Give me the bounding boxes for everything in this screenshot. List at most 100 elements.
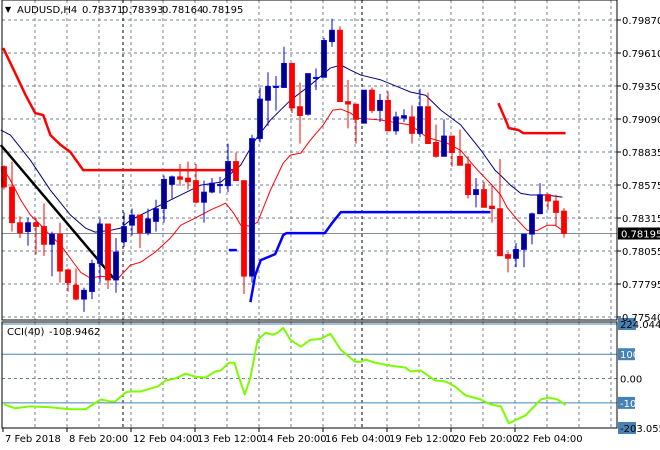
candle [89,259,95,300]
chart-window[interactable]: 224.04471000.00-100-203.0556 0.798700.79… [0,0,660,450]
candle-body-bull [257,98,263,139]
candle-body-bear [425,106,431,145]
cci-tick-label: 0.00 [620,375,642,386]
candle [545,193,551,210]
candle-body-bull [81,289,87,300]
candle-body-bear [497,208,503,257]
candle-body-bull [201,191,207,203]
candle-body-bull [153,208,159,222]
candle-body-bull [121,226,127,243]
candle-body-bull [49,233,55,245]
candle-body-bear [57,233,63,272]
candle [353,103,359,144]
candle-body-bull [225,161,231,187]
candle-body-bear [65,269,71,283]
candle-body-bear [505,254,511,259]
candle [561,208,567,238]
open-price: 0.78371 [82,5,123,16]
candle-body-bull [473,189,479,196]
time-tick-label: 20 Feb 20:00 [453,434,519,445]
grid [2,0,617,428]
candle-body-bear [353,103,359,120]
candle [233,152,239,182]
candle-body-bear [545,194,551,202]
candle [425,92,431,145]
candles [1,18,567,312]
price-tick-label: 0.78055 [622,247,660,258]
chart-header: ▼ AUDUSD,H4 0.78371 0.78393 0.78164 0.78… [5,5,243,338]
candle [489,184,495,223]
candle [441,119,447,157]
candle [321,37,327,78]
candle [25,217,31,246]
candle [369,87,375,114]
candle [465,156,471,199]
candle-body-bull [417,106,423,134]
candle [409,105,415,144]
candle-body-bull [537,194,543,215]
candle [393,111,399,135]
candle [49,231,55,277]
candle [97,218,103,283]
candle-body-bear [345,101,351,105]
current-price-label: 0.78195 [621,230,660,241]
candle [289,62,295,114]
price-tick-label: 0.79090 [622,115,660,126]
candle [57,222,63,283]
candle [337,26,343,102]
candle-body-bear [105,223,111,281]
candle [433,124,439,158]
candle [33,217,39,255]
candle [177,164,183,186]
candle-body-bull [265,85,271,101]
candle-body-bear [193,180,199,203]
candle-body-bear [233,161,239,182]
candle-body-bull [113,251,119,281]
price-tick-label: 0.77795 [622,280,660,291]
candle-body-bear [17,222,23,234]
candle-body-bull [361,89,367,124]
candle [153,199,159,232]
time-tick-label: 7 Feb 2018 [5,434,61,445]
cci-tick-label: -100 [620,399,643,410]
time-tick-label: 16 Feb 04:00 [325,434,391,445]
candle [137,214,143,249]
moving-average-slow [0,64,563,233]
candle-body-bear [369,89,375,111]
candle [201,180,207,223]
candle [481,181,487,208]
candle [113,237,119,293]
candle-body-bull [529,213,535,235]
time-tick-label: 8 Feb 20:00 [69,434,128,445]
cci-line [3,326,567,425]
candle-body-bear [337,29,343,102]
candle-body-bear [465,163,471,196]
candle [65,268,71,292]
candle-body-bull [305,73,311,115]
candle-body-bear [489,205,495,210]
candle [257,87,263,143]
price-tick-label: 0.78315 [622,214,660,225]
price-tick-label: 0.78575 [622,181,660,192]
low-price: 0.78164 [162,5,203,16]
candle [9,161,15,232]
candle [249,134,255,283]
collapse-triangle-icon[interactable]: ▼ [5,5,12,14]
candle-body-bear [289,62,295,109]
candle [329,18,335,47]
candle-body-bear [177,176,183,180]
candle-body-bull [145,218,151,234]
candle [273,76,279,111]
candle-body-bull [281,62,287,88]
cci-value: -108.9462 [49,327,100,338]
candle [241,180,247,295]
candle [361,89,367,124]
candle-body-bull [377,99,383,111]
price-tick-label: 0.79350 [622,82,660,93]
price-tick-label: 0.79870 [622,16,660,27]
cci-panel: 224.04471000.00-100-203.0556 [1,318,660,435]
cci-tick-label: 100 [620,350,639,361]
candle-body-bull [129,214,135,226]
candle-body-bear [553,200,559,213]
candle [217,176,223,194]
